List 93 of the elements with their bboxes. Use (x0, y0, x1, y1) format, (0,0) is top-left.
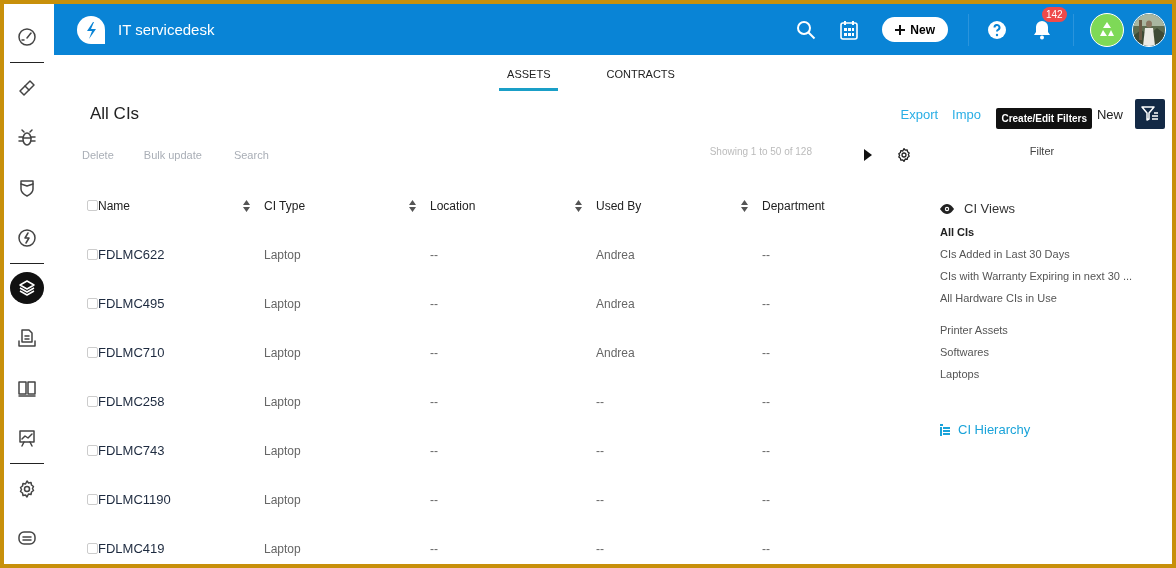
table-cell: -- (762, 394, 770, 409)
shield-icon (17, 177, 37, 198)
column-header[interactable]: Name (98, 198, 130, 213)
section-title: CI Views (964, 201, 1016, 216)
new-button[interactable]: New (882, 17, 948, 42)
nav-item[interactable] (10, 272, 44, 305)
view-item[interactable]: Softwares (940, 346, 1172, 358)
table-cell: -- (762, 345, 770, 360)
table-cell: Andrea (596, 296, 635, 311)
bug-icon (17, 127, 37, 148)
table-cell: -- (596, 394, 604, 409)
filter-icon (1141, 105, 1159, 123)
calendar-icon[interactable] (840, 19, 859, 40)
filter-button[interactable] (1135, 99, 1165, 129)
column-header[interactable]: CI Type (264, 198, 306, 213)
table-cell: -- (762, 443, 770, 458)
table-cell: Laptop (264, 394, 301, 409)
table-cell[interactable]: FDLMC419 (98, 541, 165, 556)
gauge-icon (17, 26, 37, 47)
search-icon[interactable] (796, 19, 817, 40)
view-item[interactable]: All Hardware CIs in Use (940, 292, 1172, 304)
tooltip: Create/Edit Filters (996, 108, 1092, 129)
page-title: All CIs (90, 104, 140, 124)
table-cell[interactable]: FDLMC495 (98, 296, 165, 311)
sort-icon[interactable] (409, 199, 416, 212)
help-icon[interactable] (987, 19, 1007, 40)
checkbox[interactable] (87, 494, 98, 505)
table-cell[interactable]: FDLMC258 (98, 394, 165, 409)
eye-icon (940, 203, 954, 214)
table-cell: -- (762, 247, 770, 262)
tab[interactable]: ASSETS (499, 57, 559, 91)
filter-link[interactable]: Filter (912, 145, 1172, 157)
table-cell: -- (596, 541, 604, 556)
column-header[interactable]: Department (762, 198, 825, 213)
table-cell: -- (762, 296, 770, 311)
table-cell: Andrea (596, 247, 635, 262)
table-cell: -- (430, 296, 438, 311)
table-cell: -- (762, 541, 770, 556)
view-item[interactable]: Printer Assets (940, 324, 1172, 336)
checkbox[interactable] (87, 445, 98, 456)
tree-icon (940, 423, 950, 436)
table-cell: Laptop (264, 247, 301, 262)
settings-icon (17, 479, 37, 500)
document-icon (17, 328, 37, 349)
sort-icon[interactable] (741, 199, 748, 212)
lightning-icon (17, 227, 37, 248)
checkbox[interactable] (87, 200, 98, 211)
table-cell: Laptop (264, 541, 301, 556)
workspace-avatar[interactable] (1090, 12, 1124, 47)
app-title: IT servicedesk (118, 21, 215, 38)
book-icon (17, 378, 37, 399)
layers-icon (17, 278, 37, 299)
tab[interactable]: CONTRACTS (598, 57, 683, 91)
notification-badge: 142 (1042, 6, 1067, 22)
view-item[interactable]: CIs with Warranty Expiring in next 30 ... (940, 270, 1172, 282)
table-cell: Laptop (264, 443, 301, 458)
pagination-text: Showing 1 to 50 of 128 (709, 145, 812, 157)
chart-board-icon (17, 428, 37, 449)
table-cell[interactable]: FDLMC622 (98, 247, 165, 262)
table-cell[interactable]: FDLMC710 (98, 345, 165, 360)
checkbox[interactable] (87, 347, 98, 358)
table-cell: Andrea (596, 345, 635, 360)
sort-icon[interactable] (575, 199, 582, 212)
table-cell: -- (430, 247, 438, 262)
table-cell[interactable]: FDLMC1190 (98, 492, 171, 507)
table-cell: -- (430, 541, 438, 556)
checkbox[interactable] (87, 249, 98, 260)
lightning-logo-icon (76, 14, 106, 45)
table-cell: Laptop (264, 345, 301, 360)
view-item[interactable]: CIs Added in Last 30 Days (940, 248, 1172, 260)
sort-icon[interactable] (243, 199, 250, 212)
table-cell: -- (430, 345, 438, 360)
bell-icon[interactable] (1033, 19, 1051, 40)
table-cell: -- (430, 443, 438, 458)
table-cell: -- (762, 492, 770, 507)
table-cell: -- (596, 443, 604, 458)
view-item[interactable]: All CIs (940, 226, 1172, 238)
table-cell: Laptop (264, 296, 301, 311)
settings-icon[interactable] (896, 147, 912, 163)
table-cell: -- (596, 492, 604, 507)
table-cell: Laptop (264, 492, 301, 507)
checkbox[interactable] (87, 396, 98, 407)
plus-icon (895, 24, 906, 35)
column-header[interactable]: Used By (596, 198, 642, 213)
table-cell: -- (430, 492, 438, 507)
table-cell: -- (430, 394, 438, 409)
checkbox[interactable] (87, 543, 98, 554)
table-cell[interactable]: FDLMC743 (98, 443, 165, 458)
view-item[interactable]: Laptops (940, 368, 1172, 380)
action-link[interactable]: New (1097, 106, 1123, 122)
checkbox[interactable] (87, 298, 98, 309)
column-header[interactable]: Location (430, 198, 476, 213)
next-page-icon[interactable] (864, 149, 872, 161)
